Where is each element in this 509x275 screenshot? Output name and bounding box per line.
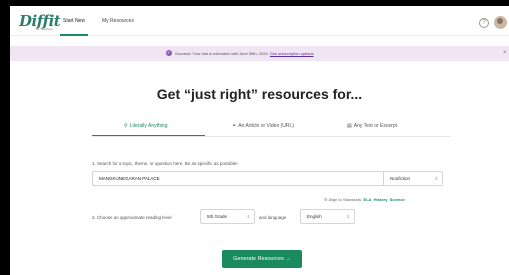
tab-text-excerpt[interactable]: ▤ Any Text or Excerpt xyxy=(347,123,397,129)
banner-message: Success! Your trial is extended until Ju… xyxy=(175,51,314,56)
app-window: Diffit for Teachers Start New My Resourc… xyxy=(10,6,509,275)
subscription-link[interactable]: See subscription options xyxy=(270,51,314,56)
standard-history[interactable]: History xyxy=(374,197,388,202)
tab-start-new[interactable]: Start New xyxy=(63,18,85,24)
language-select[interactable]: English ⇕ xyxy=(300,209,355,224)
chevron-updown-icon: ⇕ xyxy=(434,176,438,181)
link-icon: ⚭ xyxy=(232,123,237,129)
type-select[interactable]: Nonfiction ⇕ xyxy=(383,171,443,186)
tab-literally-anything[interactable]: ⚲ Literally Anything xyxy=(124,123,167,129)
banner-text: Success! Your trial is extended until Ju… xyxy=(175,51,269,56)
search-icon: ⚲ xyxy=(124,123,128,129)
trial-banner: ✓ Success! Your trial is extended until … xyxy=(10,46,509,61)
top-header: Diffit for Teachers Start New My Resourc… xyxy=(10,6,509,36)
avatar[interactable] xyxy=(494,16,507,29)
tabs-divider xyxy=(92,136,451,137)
chevron-updown-icon: ⇕ xyxy=(346,214,350,219)
reading-level-select[interactable]: 5th Grade ⇕ xyxy=(200,209,255,224)
reading-level-label: 2. Choose an approximate reading level xyxy=(92,215,172,220)
success-icon: ✓ xyxy=(166,50,172,56)
search-label: 1. Search for a topic, theme, or questio… xyxy=(92,161,238,166)
active-mode-underline xyxy=(92,135,205,136)
standards-label: Align to Standards xyxy=(328,197,362,202)
close-icon[interactable]: × xyxy=(503,50,507,56)
document-icon: ▤ xyxy=(347,123,352,129)
chevron-updown-icon: ⇕ xyxy=(246,214,250,219)
generate-label: Generate Resources xyxy=(233,256,284,262)
active-tab-underline xyxy=(60,34,88,36)
page-title: Get “just right” resources for... xyxy=(156,86,363,102)
logo-subtitle: for Teachers xyxy=(36,27,53,31)
standards-row: ⚙ Align to Standards ELA History Science xyxy=(324,197,405,202)
tab-label: Literally Anything xyxy=(129,123,168,129)
standard-science[interactable]: Science xyxy=(390,197,405,202)
standard-ela[interactable]: ELA xyxy=(363,197,371,202)
language-label: and language xyxy=(259,215,287,220)
tab-label: An Article or Video (URL) xyxy=(238,123,294,129)
search-input[interactable]: MANGKUNEGARAN PALACE xyxy=(92,171,385,186)
arrow-right-icon: → xyxy=(285,256,291,262)
tab-my-resources[interactable]: My Resources xyxy=(102,18,134,24)
type-select-value: Nonfiction xyxy=(390,176,411,181)
reading-level-value: 5th Grade xyxy=(207,214,228,219)
tab-label: Any Text or Excerpt xyxy=(353,123,397,129)
help-icon[interactable]: ? xyxy=(479,18,489,28)
language-value: English xyxy=(307,214,322,219)
tab-article-url[interactable]: ⚭ An Article or Video (URL) xyxy=(232,123,294,129)
generate-resources-button[interactable]: Generate Resources → xyxy=(222,250,302,268)
